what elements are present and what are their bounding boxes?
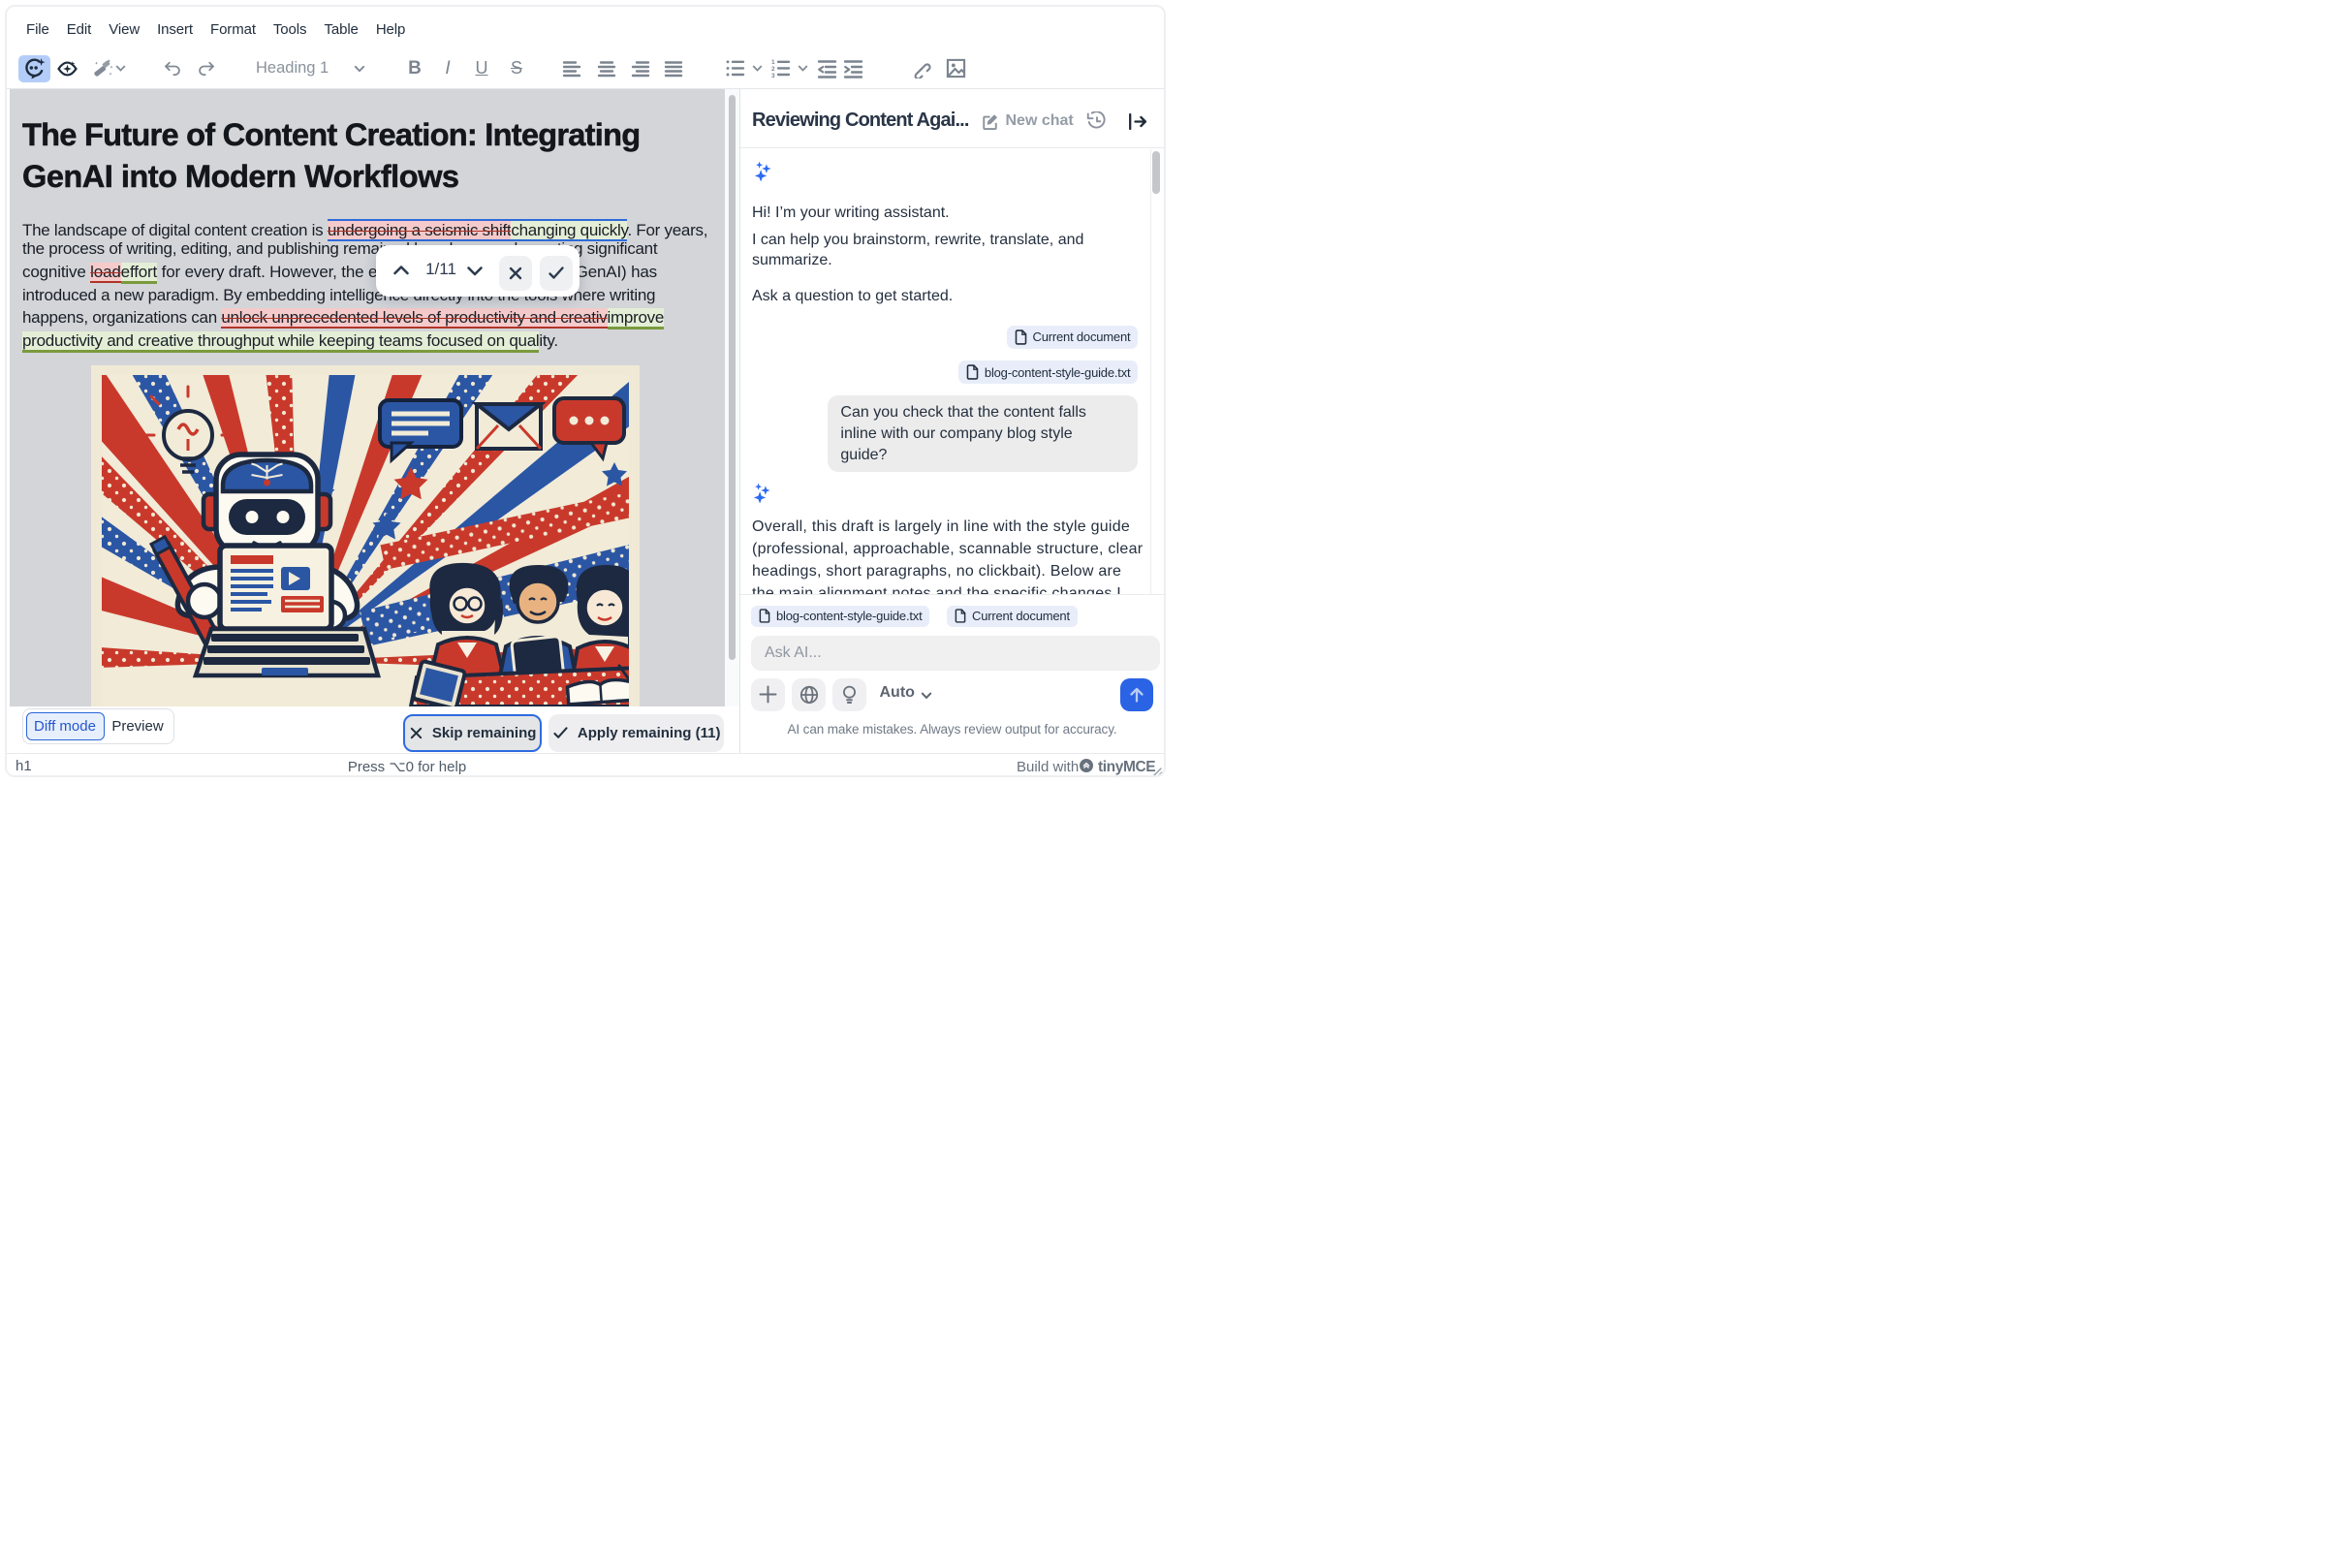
- svg-text:3: 3: [771, 73, 775, 78]
- svg-text:2: 2: [771, 66, 775, 73]
- svg-text:1: 1: [771, 59, 775, 66]
